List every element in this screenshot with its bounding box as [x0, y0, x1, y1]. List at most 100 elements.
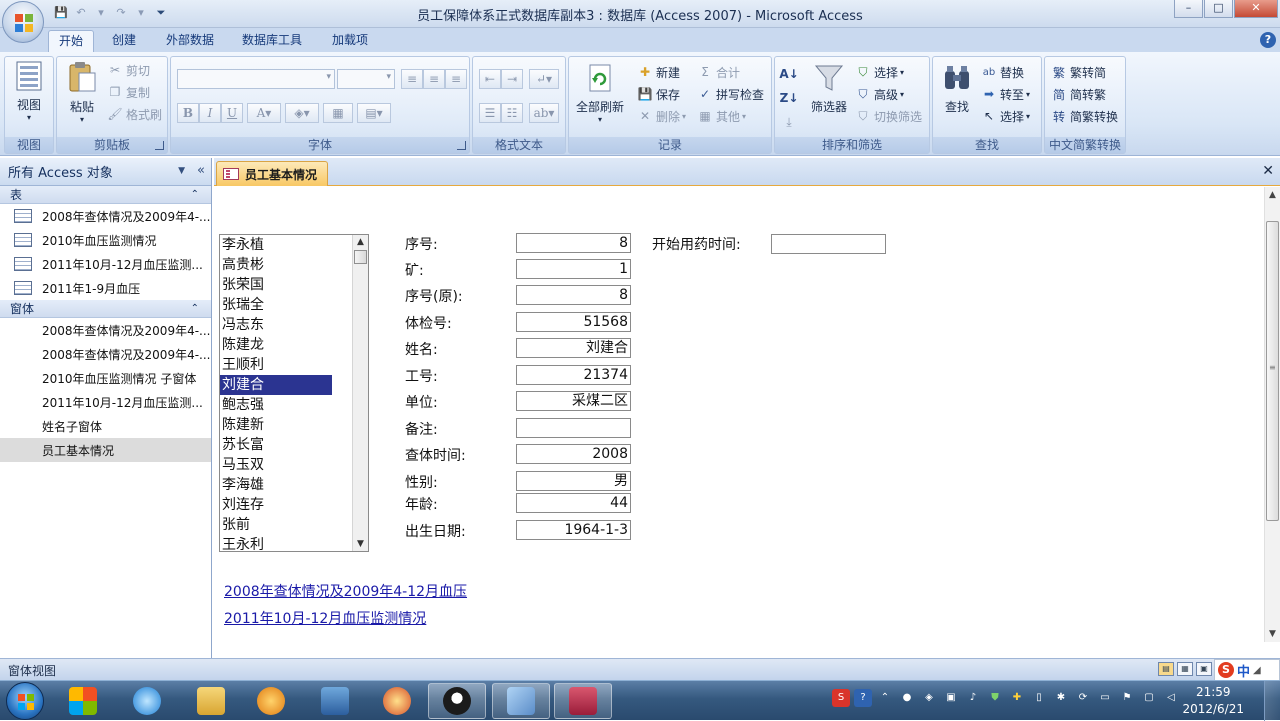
field-birth[interactable]: 1964-1-3	[516, 520, 631, 540]
bullets-icon[interactable]: ☰	[479, 103, 501, 123]
sort-ascending-button[interactable]: A↓	[779, 65, 800, 83]
field-exam-no[interactable]: 51568	[516, 312, 631, 332]
tray-monitor-icon[interactable]: ▢	[1140, 689, 1158, 707]
simp-to-trad-button[interactable]: 简简转繁	[1051, 85, 1106, 103]
clear-sort-button[interactable]: ⤓	[781, 113, 800, 131]
minimize-button[interactable]: –	[1174, 0, 1203, 18]
select-button[interactable]: ↖ 选择 ▾	[981, 107, 1030, 125]
ime-toolbar[interactable]: S 中 ◢	[1214, 659, 1280, 681]
nav-item-form[interactable]: 2011年10月-12月血压监测...	[0, 390, 211, 414]
tray-bluetooth-icon[interactable]: ✱	[1052, 689, 1070, 707]
refresh-all-button[interactable]: 全部刷新 ▾	[571, 63, 629, 124]
nav-item-table[interactable]: 2008年查体情况及2009年4-...	[0, 204, 211, 228]
bold-icon[interactable]: B	[177, 103, 199, 123]
taskbar-app-ie[interactable]	[118, 683, 176, 719]
align-center-icon[interactable]: ≡	[423, 69, 445, 89]
nav-item-form-selected[interactable]: 员工基本情况	[0, 438, 211, 462]
paste-button[interactable]: 粘贴 ▾	[61, 61, 103, 124]
field-name[interactable]: 刘建合	[516, 338, 631, 358]
nav-section-tables[interactable]: 表 ⌃	[0, 186, 211, 204]
list-item[interactable]: 高贵彬	[220, 255, 332, 275]
scroll-down-icon[interactable]: ▼	[1265, 626, 1280, 642]
goto-button[interactable]: ➡ 转至 ▾	[981, 85, 1030, 103]
gridlines-icon[interactable]: ▦	[323, 103, 353, 123]
datasheet-view-icon[interactable]: ▦	[1177, 662, 1193, 676]
field-exam-time[interactable]: 2008	[516, 444, 631, 464]
trad-to-simp-button[interactable]: 繁繁转简	[1051, 63, 1106, 81]
list-item[interactable]: 马玉双	[220, 455, 332, 475]
italic-icon[interactable]: I	[199, 103, 221, 123]
list-item[interactable]: 王顺利	[220, 355, 332, 375]
nav-item-form[interactable]: 2008年查体情况及2009年4-...	[0, 342, 211, 366]
nav-item-form[interactable]: 2010年血压监测情况 子窗体	[0, 366, 211, 390]
field-emp-no[interactable]: 21374	[516, 365, 631, 385]
tab-database-tools[interactable]: 数据库工具	[232, 30, 312, 52]
alternate-fill-icon[interactable]: ▤▾	[357, 103, 391, 123]
tray-help-icon[interactable]: ?	[854, 689, 872, 707]
list-item[interactable]: 冯志东	[220, 315, 332, 335]
ime-settings-icon[interactable]: ◢	[1253, 665, 1261, 676]
clipboard-launcher-icon[interactable]	[155, 141, 164, 150]
filter-button[interactable]: 筛选器	[809, 63, 849, 115]
spelling-button[interactable]: ✓ 拼写检查	[697, 85, 764, 103]
replace-button[interactable]: ab 替换	[981, 63, 1024, 81]
align-right-icon[interactable]: ≡	[445, 69, 467, 89]
name-listbox[interactable]: 李永植 高贵彬 张荣国 张瑞全 冯志东 陈建龙 王顺利 刘建合 鲍志强 陈建新 …	[219, 234, 369, 552]
scroll-up-icon[interactable]: ▲	[1265, 187, 1280, 203]
listbox-scrollbar[interactable]: ▲ ▼	[352, 235, 368, 551]
tab-create[interactable]: 创建	[102, 30, 146, 52]
list-item[interactable]: 王永利	[220, 535, 332, 551]
scroll-up-icon[interactable]: ▲	[353, 235, 368, 249]
close-button[interactable]: ✕	[1234, 0, 1278, 18]
field-gender[interactable]: 男	[516, 471, 631, 491]
list-item[interactable]: 李永植	[220, 235, 332, 255]
tab-add-ins[interactable]: 加载项	[322, 30, 378, 52]
tray-sogou-icon[interactable]: S	[832, 689, 850, 707]
link-2008-exam[interactable]: 2008年查体情况及2009年4-12月血压	[224, 581, 467, 601]
font-color-icon[interactable]: A▾	[247, 103, 281, 123]
list-item[interactable]: 张瑞全	[220, 295, 332, 315]
collapse-forms-icon[interactable]: ⌃	[191, 300, 199, 318]
tray-shield-icon[interactable]: ⛊	[986, 689, 1004, 707]
field-age[interactable]: 44	[516, 493, 631, 513]
fill-color-icon[interactable]: ◈▾	[285, 103, 319, 123]
tab-home[interactable]: 开始	[48, 30, 95, 52]
selection-filter-button[interactable]: ⛉ 选择 ▾	[855, 63, 904, 81]
layout-view-icon[interactable]: ▣	[1196, 662, 1212, 676]
taskbar-app-explorer[interactable]	[182, 683, 240, 719]
tray-qq-icon[interactable]: ●	[898, 689, 916, 707]
font-size-combo[interactable]	[337, 69, 395, 89]
convert-button[interactable]: 转简繁转换	[1051, 107, 1118, 125]
list-item[interactable]: 李海雄	[220, 475, 332, 495]
nav-item-table[interactable]: 2011年1-9月血压	[0, 276, 211, 300]
tray-battery-icon[interactable]: ▭	[1096, 689, 1114, 707]
field-mine[interactable]: 1	[516, 259, 631, 279]
totals-button[interactable]: Σ 合计	[697, 63, 740, 81]
shutter-bar-close-icon[interactable]: «	[197, 163, 205, 178]
tray-security-icon[interactable]: ✚	[1008, 689, 1026, 707]
nav-item-table[interactable]: 2011年10月-12月血压监测...	[0, 252, 211, 276]
scroll-down-icon[interactable]: ▼	[353, 537, 368, 551]
link-2011-bp-monitoring[interactable]: 2011年10月-12月血压监测情况	[224, 608, 426, 628]
taskbar-app-colorful[interactable]	[54, 683, 112, 719]
save-record-button[interactable]: 💾 保存	[637, 85, 681, 103]
tray-app-icon[interactable]: ▣	[942, 689, 960, 707]
show-desktop-button[interactable]	[1264, 681, 1280, 721]
list-item[interactable]: 陈建新	[220, 415, 332, 435]
tray-expand-icon[interactable]: ⌃	[876, 689, 894, 707]
align-left-icon[interactable]: ≡	[401, 69, 423, 89]
numbering-icon[interactable]: ☷	[501, 103, 523, 123]
tray-speaker-icon[interactable]: ◁	[1162, 689, 1180, 707]
list-item[interactable]: 张荣国	[220, 275, 332, 295]
nav-menu-dropdown-icon[interactable]: ▼	[178, 166, 185, 176]
list-item-selected[interactable]: 刘建合	[220, 375, 332, 395]
tray-flag-icon[interactable]: ⚑	[1118, 689, 1136, 707]
nav-section-forms[interactable]: 窗体 ⌃	[0, 300, 211, 318]
list-item[interactable]: 苏长富	[220, 435, 332, 455]
view-button[interactable]: 视图 ▾	[9, 61, 49, 122]
nav-item-form[interactable]: 姓名子窗体	[0, 414, 211, 438]
office-button[interactable]	[2, 1, 44, 43]
taskbar-app-tools[interactable]	[492, 683, 550, 719]
taskbar-app-toolbox[interactable]	[306, 683, 364, 719]
field-note[interactable]	[516, 418, 631, 438]
